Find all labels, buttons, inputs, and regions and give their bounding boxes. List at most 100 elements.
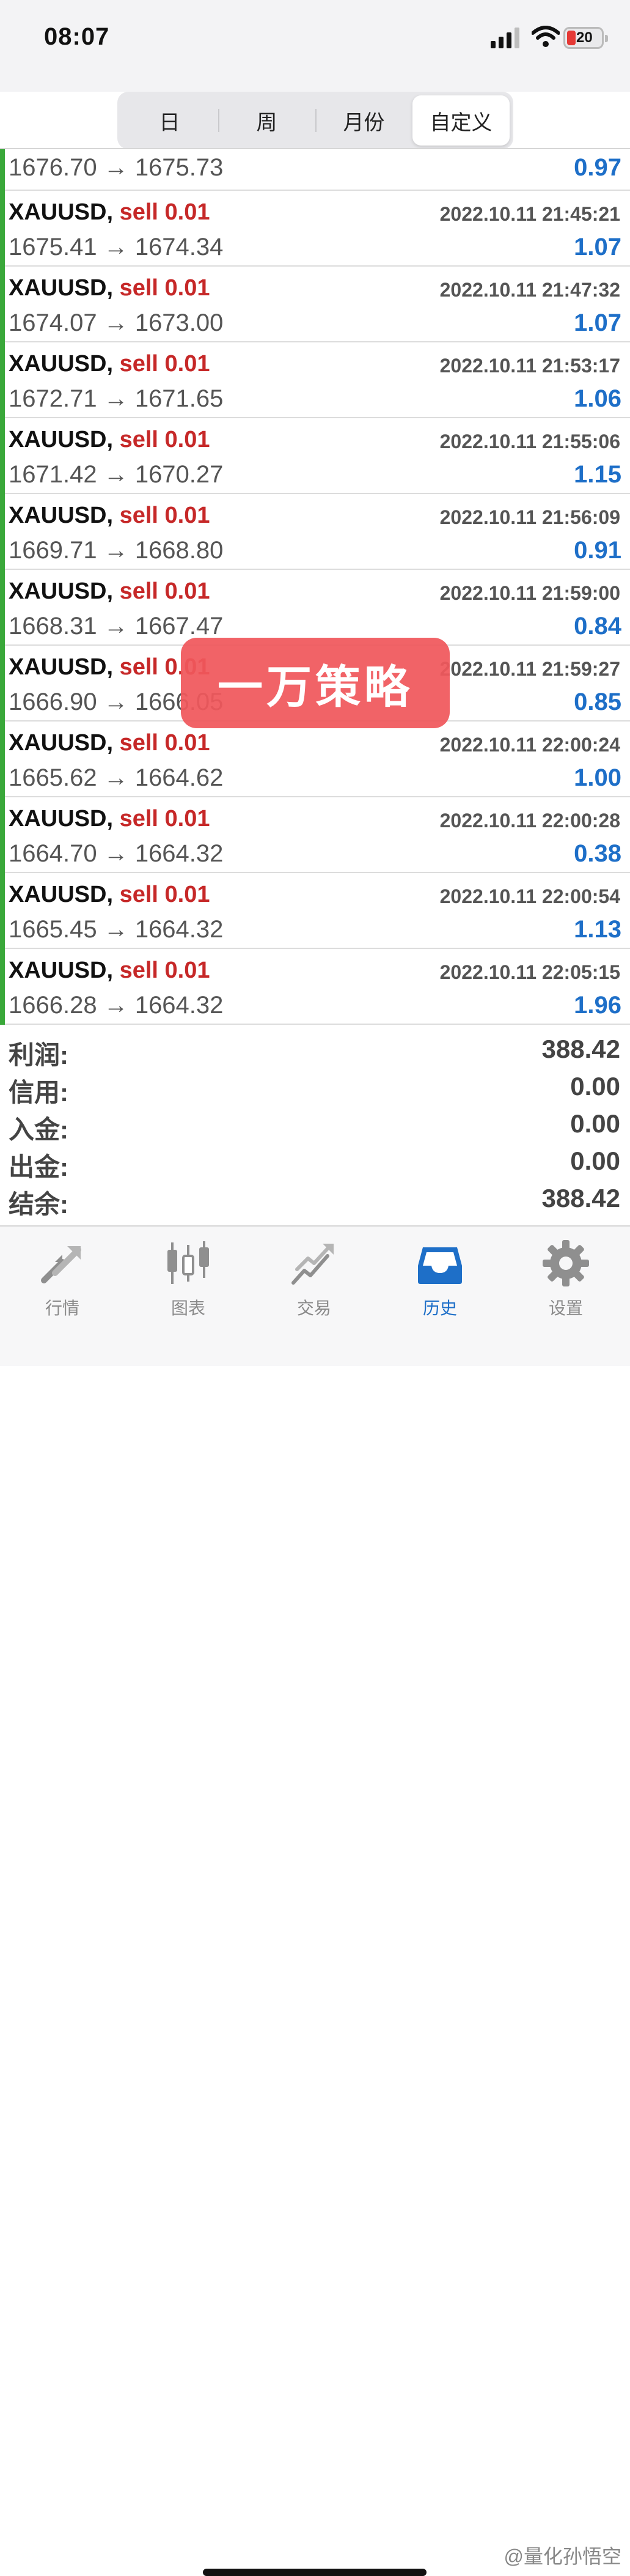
trade-side-volume: sell 0.01: [119, 882, 210, 907]
trade-row[interactable]: XAUUSD, sell 0.01 2022.10.11 21:53:17 16…: [0, 342, 630, 418]
trade-prices: 1665.62 → 1664.62: [9, 764, 224, 791]
trade-prices: 1666.28 → 1664.32: [9, 992, 224, 1019]
history-inbox-icon: [418, 1247, 462, 1284]
trade-side-volume: sell 0.01: [119, 958, 210, 983]
trade-row[interactable]: XAUUSD, sell 0.01 2022.10.11 21:59:00 16…: [0, 570, 630, 646]
trade-profit: 0.38: [574, 840, 621, 867]
trade-prices: 1676.70 → 1675.73: [9, 154, 224, 181]
trade-profit: 0.84: [574, 613, 621, 640]
trade-profit: 0.97: [574, 154, 621, 181]
trade-symbol: XAUUSD,: [9, 730, 114, 756]
trade-datetime: 2022.10.11 21:55:06: [439, 430, 620, 452]
trade-symbol: XAUUSD,: [9, 958, 114, 983]
trade-side-volume: sell 0.01: [119, 275, 210, 301]
trade-prices: 1672.71 → 1671.65: [9, 385, 224, 412]
summary-label: 入金:: [9, 1115, 68, 1144]
profit-indicator-bar: [0, 646, 5, 722]
watermark-badge: 一万策略: [181, 638, 450, 728]
trade-prices: 1669.71 → 1668.80: [9, 537, 224, 564]
trade-profit: 1.07: [574, 234, 621, 260]
segment-day[interactable]: 日: [121, 95, 218, 146]
summary-row-credit: 信用: 0.00: [0, 1068, 630, 1107]
trade-datetime: 2022.10.11 22:05:15: [439, 961, 620, 983]
profit-indicator-bar: [0, 570, 5, 646]
tab-trade[interactable]: 交易: [268, 1239, 360, 1319]
trade-prices: 1671.42 → 1670.27: [9, 461, 224, 488]
segment-month[interactable]: 月份: [315, 95, 412, 146]
trade-datetime: 2022.10.11 22:00:54: [439, 885, 620, 907]
trade-side-volume: sell 0.01: [119, 199, 210, 225]
status-bar: 08:07 20: [0, 0, 630, 92]
settings-gear-icon: [543, 1240, 589, 1286]
quotes-arrows-icon: [41, 1246, 81, 1283]
wifi-icon: [532, 26, 560, 47]
profit-indicator-bar: [0, 797, 5, 873]
trade-side-volume: sell 0.01: [119, 730, 210, 756]
profit-indicator-bar: [0, 342, 5, 418]
segment-custom[interactable]: 自定义: [412, 95, 510, 146]
summary-value: 388.42: [541, 1035, 620, 1063]
trade-symbol: XAUUSD,: [9, 882, 114, 907]
profit-indicator-bar: [0, 949, 5, 1025]
watermark-credit: @量化孙悟空: [504, 2545, 622, 2567]
trade-side-volume: sell 0.01: [119, 427, 210, 452]
tab-history[interactable]: 历史: [394, 1239, 486, 1319]
summary-row-profit: 利润: 388.42: [0, 1031, 630, 1069]
tab-label: 图表: [170, 1299, 205, 1318]
tab-quotes[interactable]: 行情: [16, 1239, 108, 1319]
trade-trend-icon: [291, 1244, 334, 1285]
summary-value: 388.42: [541, 1184, 620, 1212]
profit-indicator-bar: [0, 267, 5, 342]
summary-label: 结余:: [9, 1190, 68, 1219]
tab-label: 交易: [296, 1299, 331, 1318]
trade-row[interactable]: XAUUSD, sell 0.01 2022.10.11 21:56:09 16…: [0, 494, 630, 570]
trade-datetime: 2022.10.11 21:53:17: [439, 355, 620, 377]
profit-indicator-bar: [0, 722, 5, 797]
trade-row[interactable]: XAUUSD, sell 0.01 2022.10.11 21:47:32 16…: [0, 267, 630, 342]
profit-indicator-bar: [0, 191, 5, 267]
trade-row[interactable]: XAUUSD, sell 0.01 2022.10.11 22:00:28 16…: [0, 797, 630, 873]
trade-profit: 0.91: [574, 537, 621, 564]
trade-profit: 1.96: [574, 992, 621, 1019]
period-segmented-control: 日 周 月份 自定义: [117, 92, 513, 149]
summary-row-balance: 结余: 388.42: [0, 1180, 630, 1219]
tab-settings[interactable]: 设置: [520, 1239, 612, 1319]
trade-symbol: XAUUSD,: [9, 806, 114, 832]
trade-symbol: XAUUSD,: [9, 351, 114, 377]
trade-row[interactable]: XAUUSD, sell 0.01 2022.10.11 22:00:54 16…: [0, 873, 630, 949]
trade-side-volume: sell 0.01: [119, 806, 210, 832]
home-indicator: [203, 2569, 427, 2576]
summary-label: 信用:: [9, 1078, 68, 1107]
status-time: 08:07: [44, 23, 110, 50]
tab-label: 设置: [548, 1299, 583, 1318]
trade-datetime: 2022.10.11 21:59:00: [439, 582, 620, 604]
trade-symbol: XAUUSD,: [9, 578, 114, 604]
cellular-signal-icon: [491, 28, 519, 48]
summary-value: 0.00: [570, 1072, 620, 1101]
trade-row[interactable]: 1676.70 → 1675.73 0.97: [0, 149, 630, 191]
profit-indicator-bar: [0, 873, 5, 949]
trade-datetime: 2022.10.11 21:47:32: [439, 279, 620, 301]
trade-datetime: 2022.10.11 22:00:24: [439, 734, 620, 756]
profit-indicator-bar: [0, 149, 5, 191]
trade-symbol: XAUUSD,: [9, 427, 114, 452]
trade-history-list: 1676.70 → 1675.73 0.97 XAUUSD, sell 0.01…: [0, 149, 630, 1025]
segment-week[interactable]: 周: [218, 95, 315, 146]
trade-row[interactable]: XAUUSD, sell 0.01 2022.10.11 22:00:24 16…: [0, 722, 630, 797]
battery-percent: 20: [576, 29, 593, 46]
trade-symbol: XAUUSD,: [9, 275, 114, 301]
profit-indicator-bar: [0, 494, 5, 570]
account-summary: 利润: 388.42 信用: 0.00 入金: 0.00 出金: 0.00 结余…: [0, 1031, 630, 1219]
summary-label: 出金:: [9, 1153, 68, 1181]
trade-profit: 1.00: [574, 764, 621, 791]
trade-row[interactable]: XAUUSD, sell 0.01 2022.10.11 22:05:15 16…: [0, 949, 630, 1025]
tab-chart[interactable]: 图表: [142, 1239, 234, 1319]
tab-label: 行情: [45, 1299, 79, 1318]
trade-prices: 1675.41 → 1674.34: [9, 234, 224, 260]
trade-datetime: 2022.10.11 21:59:27: [439, 658, 620, 680]
battery-icon: 20: [563, 27, 608, 49]
trade-row[interactable]: XAUUSD, sell 0.01 2022.10.11 21:45:21 16…: [0, 191, 630, 267]
trade-symbol: XAUUSD,: [9, 654, 114, 680]
trade-row[interactable]: XAUUSD, sell 0.01 2022.10.11 21:55:06 16…: [0, 418, 630, 494]
summary-value: 0.00: [570, 1146, 620, 1175]
